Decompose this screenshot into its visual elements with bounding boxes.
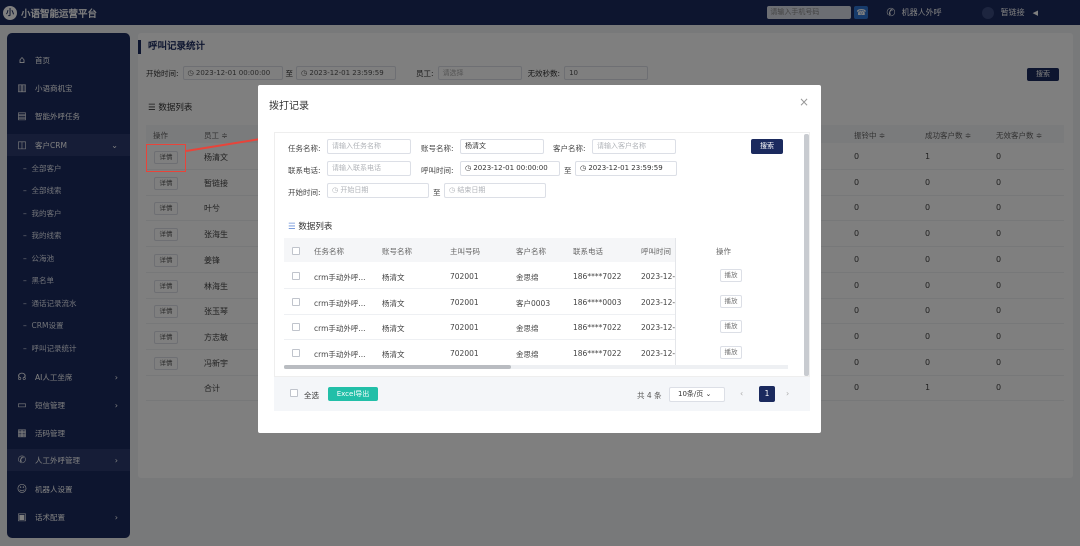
next-page-button[interactable]: ›: [786, 389, 789, 398]
end-date-input[interactable]: ◷ 结束日期: [444, 183, 546, 198]
customer-cell: 金思绵: [516, 324, 539, 333]
dialog-title: 拨打记录: [269, 101, 309, 112]
customer-cell: 客户0003: [516, 298, 551, 308]
prev-page-button[interactable]: ‹: [740, 389, 743, 398]
select-all-checkbox[interactable]: [290, 389, 298, 397]
chevron-down-icon: ⌄: [705, 390, 712, 398]
account-name-input[interactable]: 杨清文: [460, 139, 544, 154]
task-name-cell: crm手动外呼...: [314, 349, 366, 359]
call-time-cell: 2023-12-: [641, 348, 676, 358]
call-time-cell: 2023-12-: [641, 272, 676, 281]
call-time-start-input[interactable]: ◷ 2023-12-01 00:00:00: [460, 161, 560, 176]
task-name-cell: crm手动外呼...: [314, 298, 366, 308]
customer-name-label: 客户名称:: [553, 144, 586, 153]
column-header: 联系电话: [573, 247, 603, 256]
caller-cell: 702001: [450, 297, 479, 307]
current-page[interactable]: 1: [759, 386, 775, 402]
phone-cell: 186****7022: [573, 272, 622, 281]
header-checkbox[interactable]: [292, 247, 300, 255]
customer-cell: 金思绵: [516, 349, 539, 359]
task-name-label: 任务名称:: [288, 144, 321, 153]
excel-export-button[interactable]: Excel导出: [328, 387, 378, 401]
caller-cell: 702001: [450, 323, 479, 332]
call-time-cell: 2023-12-: [641, 323, 676, 332]
dialog-footer: 全选 Excel导出 共 4 条 10条/页 ⌄ ‹ 1 ›: [274, 377, 810, 411]
task-name-input[interactable]: 请输入任务名称: [327, 139, 411, 154]
phone-cell: 186****7022: [573, 323, 622, 332]
phone-input[interactable]: 请输入联系电话: [327, 161, 411, 176]
phone-label: 联系电话:: [288, 166, 321, 175]
customer-cell: 金思绵: [516, 273, 539, 282]
row-checkbox[interactable]: [292, 323, 300, 331]
phone-cell: 186****0003: [573, 297, 622, 307]
highlight-box: [146, 144, 186, 172]
range-to-label: 至: [433, 188, 441, 197]
close-icon[interactable]: ×: [799, 95, 809, 109]
account-cell: 杨清文: [382, 324, 405, 333]
column-header: 账号名称: [382, 247, 412, 256]
account-cell: 杨清文: [382, 273, 405, 282]
dialog-list-title: ☰ 数据列表: [288, 222, 333, 232]
row-checkbox[interactable]: [292, 297, 300, 306]
play-button[interactable]: 播放: [720, 345, 742, 359]
task-name-cell: crm手动外呼...: [314, 273, 366, 282]
range-to-label: 至: [564, 166, 572, 175]
account-cell: 杨清文: [382, 298, 405, 308]
list-icon: ☰: [288, 222, 299, 232]
scrollbar-thumb[interactable]: [284, 365, 511, 369]
start-time-label: 开始时间:: [288, 188, 321, 197]
column-header: 操作: [716, 247, 731, 256]
select-all-label[interactable]: 全选: [304, 390, 319, 401]
column-header: 客户名称: [516, 247, 546, 256]
call-time-end-input[interactable]: ◷ 2023-12-01 23:59:59: [575, 161, 677, 176]
play-button[interactable]: 播放: [720, 320, 742, 333]
account-name-label: 账号名称:: [421, 144, 454, 153]
dialog-search-button[interactable]: 搜索: [751, 139, 783, 154]
horizontal-scrollbar[interactable]: [284, 365, 788, 369]
customer-name-input[interactable]: 请输入客户名称: [592, 139, 676, 154]
column-header: 任务名称: [314, 247, 344, 256]
task-name-cell: crm手动外呼...: [314, 324, 366, 333]
total-count: 共 4 条: [637, 391, 662, 400]
call-record-table: 任务名称 账号名称 主叫号码 客户名称 联系电话 呼叫时间 crm手动外呼...…: [284, 238, 789, 369]
column-header: 主叫号码: [450, 247, 480, 256]
account-cell: 杨清文: [382, 349, 405, 359]
play-button[interactable]: 播放: [720, 294, 742, 308]
play-button[interactable]: 播放: [720, 269, 742, 282]
caller-cell: 702001: [450, 272, 479, 281]
fixed-operation-column: 操作 播放 播放 播放 播放: [675, 238, 789, 369]
call-record-dialog: 拨打记录 × 任务名称: 请输入任务名称 账号名称: 杨清文 客户名称: 请输入…: [258, 85, 821, 433]
vertical-scrollbar[interactable]: [804, 134, 809, 376]
caller-cell: 702001: [450, 348, 479, 358]
page-size-select[interactable]: 10条/页 ⌄: [669, 387, 725, 402]
column-header: 呼叫时间: [641, 247, 671, 256]
call-time-cell: 2023-12-: [641, 297, 676, 307]
call-time-label: 呼叫时间:: [421, 166, 454, 175]
row-checkbox[interactable]: [292, 348, 300, 357]
phone-cell: 186****7022: [573, 348, 622, 358]
row-checkbox[interactable]: [292, 272, 300, 280]
start-date-input[interactable]: ◷ 开始日期: [327, 183, 429, 198]
